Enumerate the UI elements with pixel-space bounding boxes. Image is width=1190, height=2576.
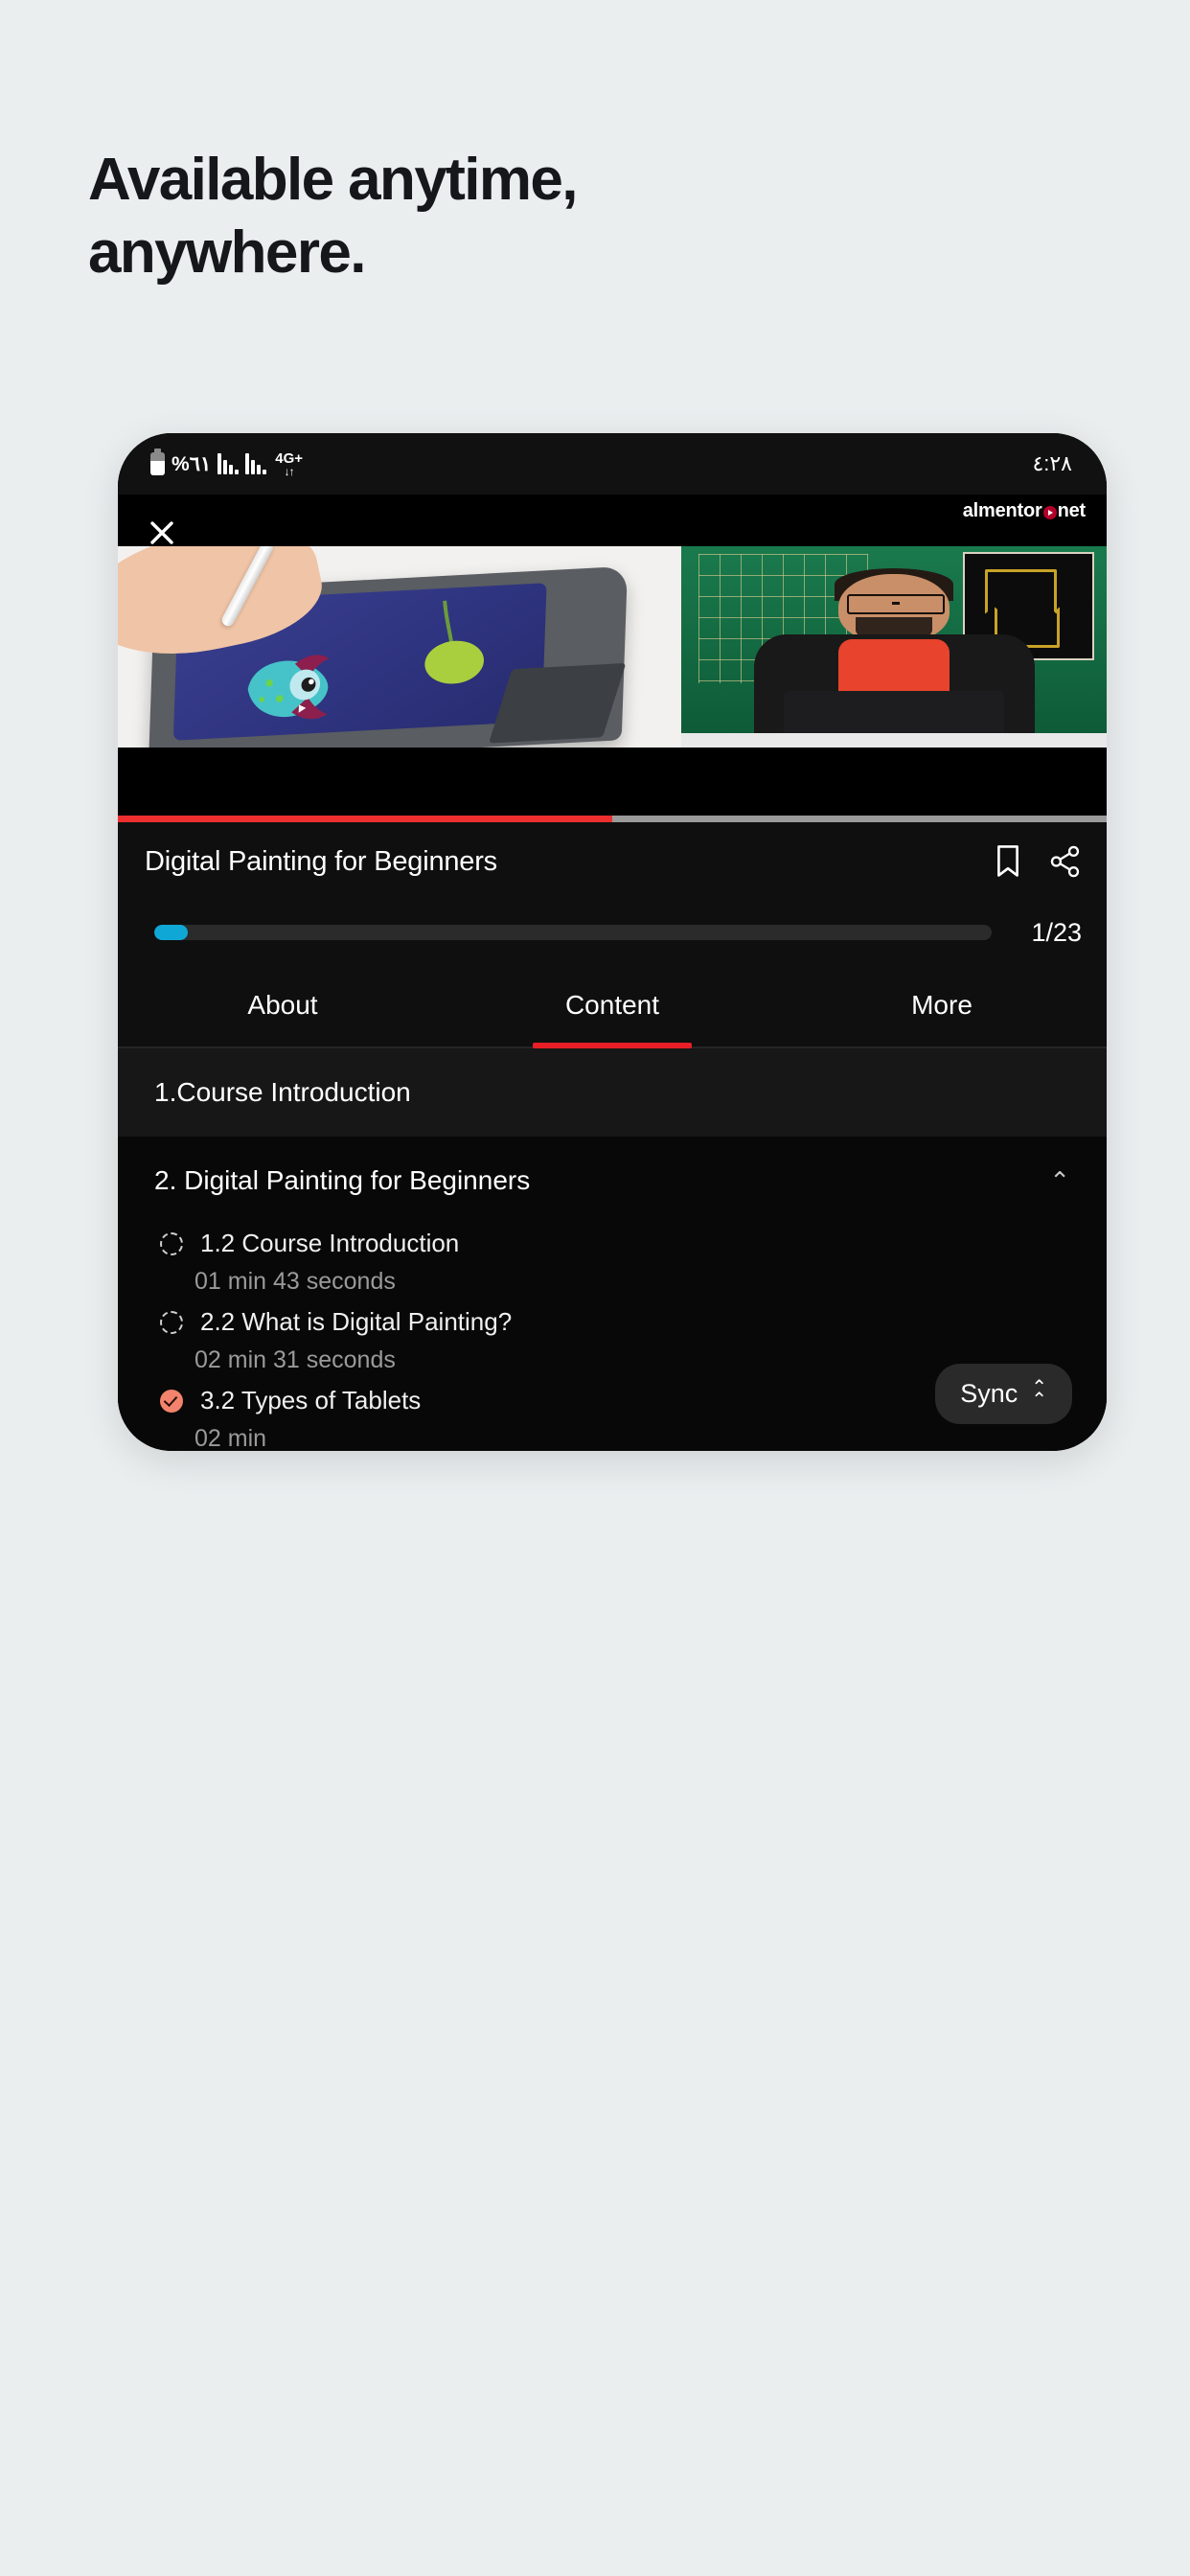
section-title-1: 1.Course Introduction	[154, 1077, 411, 1107]
video-scrubber[interactable]	[118, 816, 1107, 822]
course-progress-fill	[154, 925, 188, 940]
battery-icon	[150, 448, 165, 475]
tablet-kickstand	[488, 662, 626, 744]
course-progress-row: 1/23	[118, 901, 1107, 964]
brand-name-left: almentor	[962, 500, 1042, 521]
share-icon[interactable]	[1049, 845, 1082, 878]
status-bar-clock: ٤:٢٨	[1032, 451, 1072, 475]
tab-more[interactable]: More	[777, 964, 1107, 1046]
video-scene-tablet	[118, 546, 682, 748]
almentor-logo: almentor net	[963, 500, 1086, 522]
course-actions	[994, 844, 1082, 879]
lesson-status-pending-icon[interactable]	[160, 1231, 183, 1255]
course-progress-count: 1/23	[1031, 917, 1082, 947]
course-tabs: About Content More	[118, 964, 1107, 1048]
lesson-duration-3: 02 min	[195, 1425, 267, 1451]
network-type-label: 4G+	[275, 449, 304, 467]
tab-about[interactable]: About	[118, 964, 447, 1046]
status-bar: %٦١ 4G+ ↓↑ ٤:٢٨	[118, 433, 1107, 494]
course-content-list[interactable]: 1.Course Introduction 2. Digital Paintin…	[118, 1048, 1107, 1451]
data-transfer-arrows-icon: ↓↑	[284, 464, 295, 478]
video-frame	[118, 546, 1107, 748]
course-progress-bar[interactable]	[154, 925, 992, 940]
lesson-row-2: 2.2 What is Digital Painting?	[160, 1307, 1070, 1337]
player-top-bar: almentor net	[118, 494, 1107, 529]
lesson-status-pending-icon[interactable]	[160, 1310, 183, 1334]
lesson-status-completed-icon[interactable]	[160, 1389, 183, 1413]
sync-button-label: Sync	[960, 1379, 1018, 1408]
chevron-up-icon[interactable]: ⌃	[1049, 1168, 1070, 1193]
video-scene-instructor	[681, 546, 1107, 748]
headline-line-1: Available anytime,	[88, 147, 579, 213]
headline-line-2: anywhere.	[88, 218, 366, 286]
list-item[interactable]: 1.2 Course Introduction 01 min 43 second…	[118, 1225, 1107, 1303]
lesson-title-3: 3.2 Types of Tablets	[200, 1386, 422, 1414]
chevron-up-icon-bottom: ⌃	[1031, 1389, 1047, 1411]
lesson-title-2: 2.2 What is Digital Painting?	[200, 1307, 513, 1336]
promo-headline: Available anytime, anywhere.	[88, 144, 1046, 288]
lesson-row-1: 1.2 Course Introduction	[160, 1229, 1070, 1258]
lesson-title-1: 1.2 Course Introduction	[200, 1229, 460, 1257]
sync-button[interactable]: Sync ⌃ ⌃	[935, 1364, 1072, 1424]
lesson-duration-1: 01 min 43 seconds	[195, 1268, 396, 1295]
status-bar-left: %٦١ 4G+ ↓↑	[150, 448, 303, 477]
network-type-icon: 4G+ ↓↑	[275, 451, 303, 477]
section-title-2: 2. Digital Painting for Beginners	[154, 1165, 531, 1195]
desk-surface	[681, 733, 1107, 748]
signal-bars-icon-2	[245, 453, 267, 474]
tab-content[interactable]: Content	[447, 964, 777, 1048]
balloon-artwork-icon	[424, 600, 485, 684]
video-scrubber-fill	[118, 816, 612, 822]
chevron-up-double-icon: ⌃ ⌃	[1031, 1378, 1047, 1411]
close-icon[interactable]	[141, 512, 183, 554]
course-title: Digital Painting for Beginners	[145, 845, 497, 877]
lesson-row-3: 3.2 Types of Tablets	[160, 1386, 1070, 1415]
video-player[interactable]	[118, 521, 1107, 822]
brand-name-right: net	[1057, 500, 1087, 521]
course-title-row: Digital Painting for Beginners	[118, 822, 1107, 901]
lesson-duration-2: 02 min 31 seconds	[195, 1346, 396, 1373]
phone-frame: %٦١ 4G+ ↓↑ ٤:٢٨ almentor net Digital Pai…	[118, 433, 1107, 1451]
bookmark-icon[interactable]	[994, 844, 1022, 879]
brand-play-dot-icon	[1042, 505, 1057, 519]
section-header-1[interactable]: 1.Course Introduction	[118, 1048, 1107, 1137]
phone-screen: %٦١ 4G+ ↓↑ ٤:٢٨ almentor net Digital Pai…	[118, 433, 1107, 1451]
battery-percent-label: %٦١	[172, 452, 212, 475]
signal-bars-icon-1	[217, 453, 240, 474]
section-header-2[interactable]: 2. Digital Painting for Beginners ⌃	[118, 1137, 1107, 1225]
glasses-icon	[847, 594, 945, 615]
